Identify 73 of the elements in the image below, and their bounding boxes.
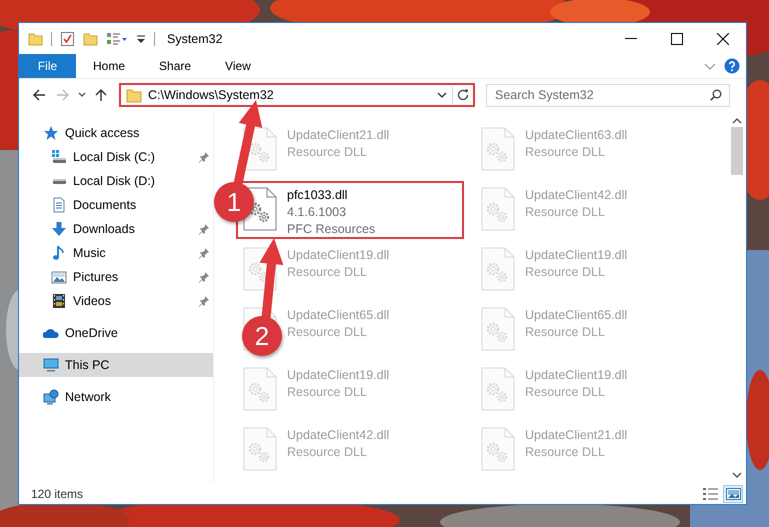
gear-file-icon — [481, 427, 515, 471]
nav-item[interactable]: Quick access — [19, 121, 213, 145]
drive-icon — [51, 149, 67, 165]
nav-item[interactable]: OneDrive — [19, 321, 213, 345]
gear-file-icon — [481, 127, 515, 171]
address-bar[interactable]: C:\Windows\System32 — [119, 83, 475, 107]
window-title: System32 — [167, 32, 223, 46]
search-field[interactable]: Search System32 — [486, 84, 730, 106]
gear-file-icon — [481, 187, 515, 231]
picture-icon — [51, 269, 67, 285]
nav-item[interactable]: Pictures — [19, 265, 213, 289]
gear-file-icon — [481, 247, 515, 291]
nav-item[interactable]: Network — [19, 385, 213, 409]
large-icons-view-icon — [726, 486, 740, 500]
file-detail: Resource DLL — [525, 144, 606, 161]
forward-icon — [56, 88, 70, 102]
file-detail: Resource DLL — [525, 384, 606, 401]
nav-item[interactable]: Local Disk (D:) — [19, 169, 213, 193]
file-detail: Resource DLL — [287, 264, 368, 281]
gear-file-icon — [481, 307, 515, 351]
file-detail: Resource DLL — [287, 444, 368, 461]
help-icon — [724, 58, 740, 74]
music-note-icon — [51, 245, 67, 261]
download-icon — [51, 221, 67, 237]
ribbon-tab[interactable]: Home — [76, 54, 142, 78]
nav-item[interactable]: Music — [19, 241, 213, 265]
file-detail: Resource DLL — [525, 324, 606, 341]
scrollbar-thumb[interactable] — [731, 127, 743, 175]
nav-item[interactable]: Local Disk (C:) — [19, 145, 213, 169]
up-icon — [94, 88, 108, 102]
ribbon-tab[interactable]: View — [208, 54, 268, 78]
file-name[interactable]: pfc1033.dll — [287, 187, 376, 204]
gear-file-icon — [243, 367, 277, 411]
maximize-icon — [671, 32, 683, 44]
network-icon — [43, 389, 59, 405]
star-icon — [43, 125, 59, 141]
file-detail: Resource DLL — [287, 144, 368, 161]
gear-file-icon — [243, 427, 277, 471]
folder-icon — [83, 30, 98, 46]
details-view-icon — [702, 486, 718, 500]
item-count: 120 items — [31, 486, 84, 500]
checklist-icon — [60, 30, 75, 46]
nav-item[interactable]: This PC — [19, 353, 213, 377]
close-icon — [717, 32, 729, 44]
scroll-up-icon — [732, 117, 742, 125]
search-icon — [710, 88, 722, 100]
folder-icon — [126, 87, 142, 103]
drive-icon — [53, 178, 66, 184]
file-detail: Resource DLL — [287, 384, 368, 401]
minimize-icon — [625, 38, 637, 39]
file-detail: 4.1.6.1003 — [287, 204, 348, 221]
ribbon-tab[interactable]: Share — [142, 54, 208, 78]
film-strip-icon — [51, 293, 67, 309]
gear-file-icon — [481, 367, 515, 411]
tiles-view-button[interactable] — [723, 484, 743, 502]
file-detail: PFC Resources — [287, 221, 376, 238]
refresh-icon — [457, 89, 469, 101]
document-icon — [51, 197, 67, 213]
monitor-icon — [43, 357, 59, 373]
file-detail: Resource DLL — [525, 264, 606, 281]
back-icon — [32, 88, 46, 102]
file-detail: Resource DLL — [525, 204, 606, 221]
nav-item[interactable]: Videos — [19, 289, 213, 313]
nav-item[interactable]: Downloads — [19, 217, 213, 241]
scroll-down-icon — [732, 471, 742, 479]
file-menu-tab[interactable]: File — [19, 54, 76, 78]
nav-item[interactable]: Documents — [19, 193, 213, 217]
file-detail: Resource DLL — [287, 324, 368, 341]
chevron-down-icon — [437, 91, 447, 99]
folder-icon — [28, 30, 43, 46]
file-detail: Resource DLL — [525, 444, 606, 461]
address-path: C:\Windows\System32 — [148, 88, 275, 102]
properties-icon — [106, 30, 128, 46]
